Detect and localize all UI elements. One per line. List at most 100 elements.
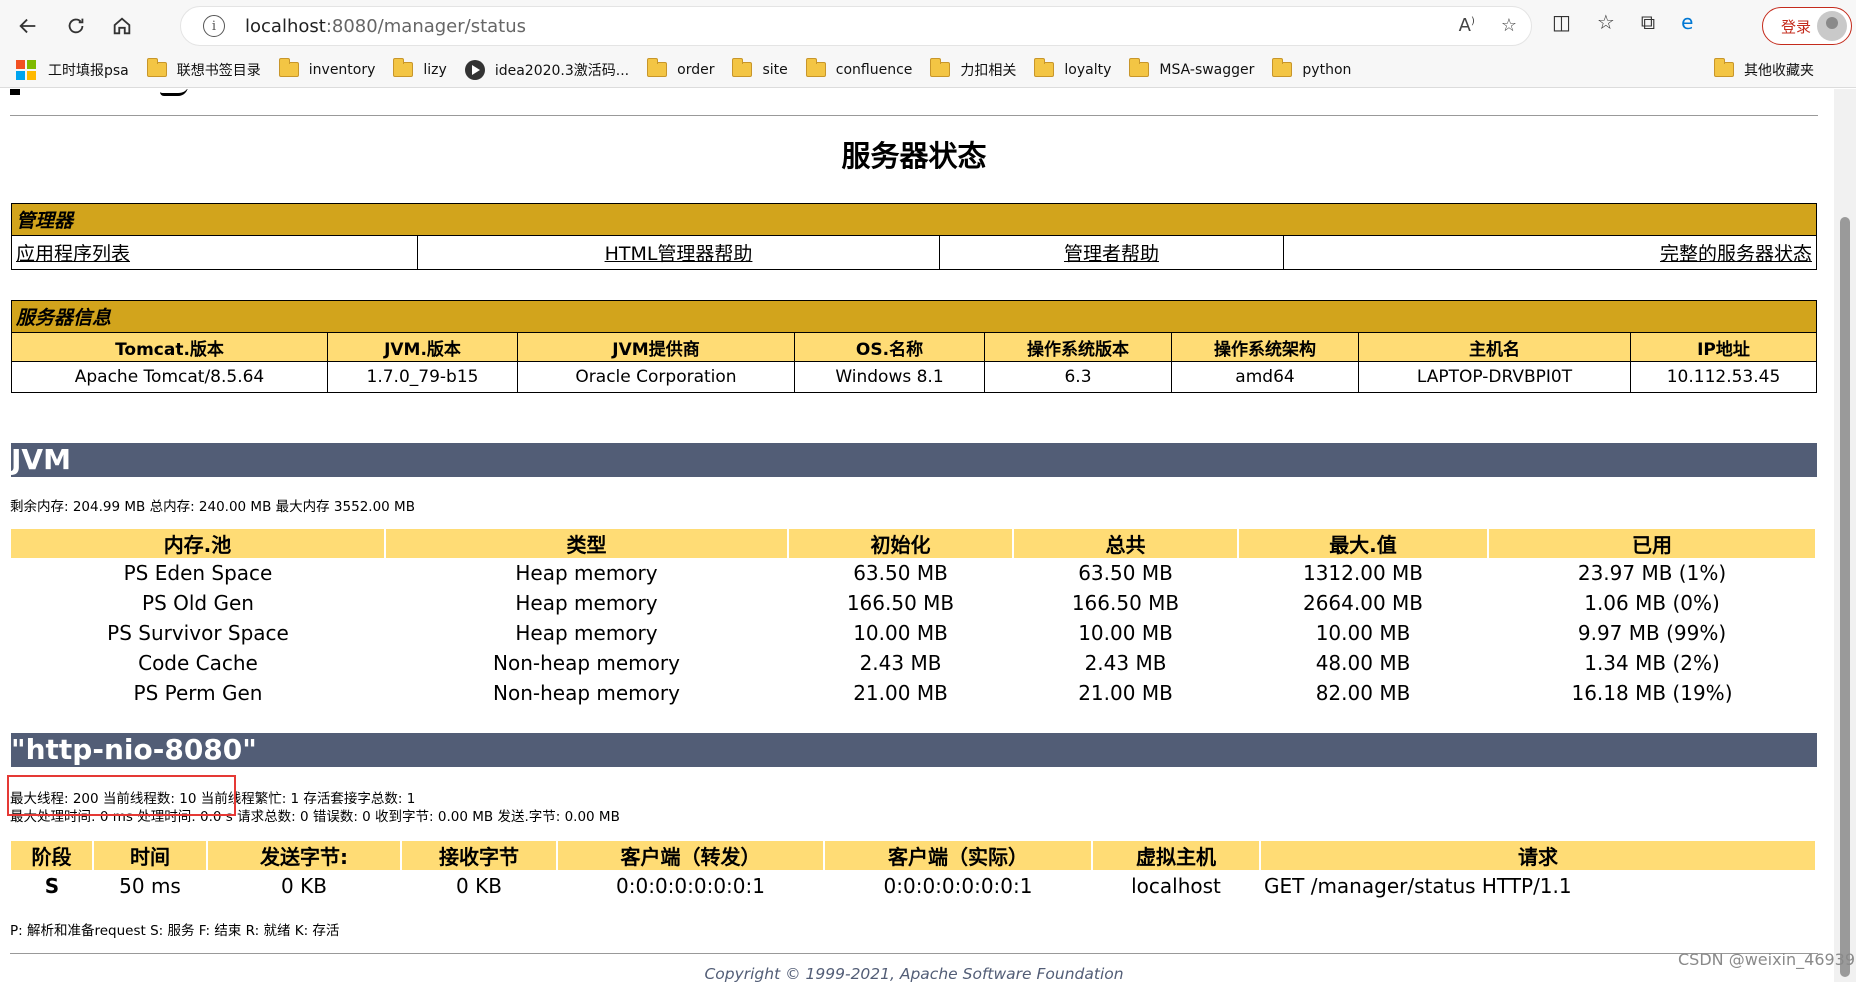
jvm-version: 1.7.0_79-b15 — [327, 361, 518, 393]
virtual-host: localhost — [1131, 874, 1221, 898]
pool-used: 1.34 MB (2%) — [1584, 651, 1720, 675]
pool-total: 166.50 MB — [1071, 591, 1180, 615]
bookmark-lizy[interactable]: lizy — [393, 58, 447, 78]
url-text[interactable]: localhost:8080/manager/status — [245, 16, 526, 37]
copyright-footer: Copyright © 1999-2021, Apache Software F… — [704, 965, 1124, 982]
pool-name: PS Eden Space — [123, 561, 273, 585]
link-html-help[interactable]: HTML管理器帮助 — [417, 235, 940, 270]
bookmark-msa-swagger[interactable]: MSA-swagger — [1129, 58, 1254, 78]
pool-name: PS Old Gen — [142, 591, 254, 615]
col-tomcat-version: Tomcat.版本 — [11, 332, 328, 362]
pool-total: 2.43 MB — [1084, 651, 1167, 675]
bookmark-python[interactable]: python — [1272, 58, 1351, 78]
jvm-header: JVM — [11, 443, 1817, 477]
folder-icon — [647, 58, 668, 77]
os-name: Windows 8.1 — [794, 361, 985, 393]
login-button[interactable]: 登录 — [1762, 7, 1852, 45]
col-os-name: OS.名称 — [794, 332, 985, 362]
table-row: PS Perm Gen Non-heap memory 21.00 MB 21.… — [11, 678, 1816, 708]
manager-table: 管理器 应用程序列表 HTML管理器帮助 管理者帮助 完整的服务器状态 — [11, 203, 1817, 270]
request: GET /manager/status HTTP/1.1 — [1264, 874, 1572, 898]
bookmarks-bar: 工时填报psa 联想书签目录 inventory lizy idea2020.3… — [0, 52, 1856, 88]
collections-icon[interactable]: ⧉ — [1641, 10, 1655, 34]
os-version: 6.3 — [984, 361, 1172, 393]
read-aloud-icon[interactable]: A) — [1459, 15, 1475, 36]
pool-type: Heap memory — [515, 621, 658, 645]
col-request: 请求 — [1260, 841, 1817, 870]
split-screen-icon[interactable]: ◫ — [1552, 10, 1571, 34]
pool-type: Non-heap memory — [493, 651, 680, 675]
pool-max: 10.00 MB — [1315, 621, 1411, 645]
manager-header: 管理器 — [11, 203, 1817, 236]
bookmark-inventory[interactable]: inventory — [278, 58, 375, 78]
pool-used: 16.18 MB (19%) — [1571, 681, 1733, 705]
bookmark-leetcode[interactable]: 力扣相关 — [930, 58, 1016, 80]
pool-initial: 10.00 MB — [853, 621, 948, 645]
col-bytes-received: 接收字节 — [401, 841, 558, 870]
table-row: PS Survivor Space Heap memory 10.00 MB 1… — [11, 618, 1816, 648]
folder-icon — [1272, 58, 1293, 77]
pool-type: Non-heap memory — [493, 681, 680, 705]
col-os-arch: 操作系统架构 — [1171, 332, 1359, 362]
pool-name: PS Survivor Space — [107, 621, 289, 645]
bookmark-other[interactable]: 其他收藏夹 — [1714, 58, 1814, 80]
col-initial: 初始化 — [788, 529, 1014, 558]
csdn-watermark: CSDN @weixin_46939278 — [1678, 950, 1856, 969]
link-manager-help[interactable]: 管理者帮助 — [939, 235, 1284, 270]
table-row: S 50 ms 0 KB 0 KB 0:0:0:0:0:0:0:1 0:0:0:… — [11, 870, 1816, 902]
bookmark-confluence[interactable]: confluence — [805, 58, 912, 78]
pool-total: 63.50 MB — [1078, 561, 1173, 585]
stage-legend: P: 解析和准备request S: 服务 F: 结束 R: 就绪 K: 存活 — [10, 923, 340, 939]
pool-max: 48.00 MB — [1315, 651, 1411, 675]
col-virtual-host: 虚拟主机 — [1092, 841, 1261, 870]
folder-icon — [393, 58, 414, 77]
page-content: 服务器状态 管理器 应用程序列表 HTML管理器帮助 管理者帮助 完整的服务器状… — [0, 89, 1834, 982]
favorites-icon[interactable]: ☆ — [1597, 10, 1615, 34]
col-client-actual: 客户端（实际） — [824, 841, 1093, 870]
bookmark-order[interactable]: order — [647, 58, 714, 78]
bookmark-lenovo[interactable]: 联想书签目录 — [146, 58, 261, 80]
bookmark-psa[interactable]: 工时填报psa — [16, 59, 129, 80]
windows-logo-icon — [16, 59, 36, 80]
folder-icon — [1714, 58, 1734, 77]
site-info-icon[interactable]: i — [203, 15, 225, 37]
pool-max: 2664.00 MB — [1302, 591, 1424, 615]
folder-icon — [930, 58, 951, 77]
address-bar[interactable]: i localhost:8080/manager/status A) ☆ — [180, 6, 1532, 46]
col-hostname: 主机名 — [1358, 332, 1631, 362]
folder-icon — [1129, 58, 1150, 77]
jvm-vendor: Oracle Corporation — [517, 361, 795, 393]
scrollbar-thumb[interactable] — [1840, 217, 1850, 977]
refresh-icon[interactable] — [56, 6, 96, 46]
table-row: PS Old Gen Heap memory 166.50 MB 166.50 … — [11, 588, 1816, 618]
ip-address: 10.112.53.45 — [1630, 361, 1817, 393]
col-total: 总共 — [1013, 529, 1239, 558]
back-icon[interactable] — [8, 6, 48, 46]
request-table: 阶段 时间 发送字节: 接收字节 客户端（转发） 客户端（实际） 虚拟主机 请求… — [11, 841, 1817, 902]
bookmark-idea[interactable]: idea2020.3激活码... — [464, 59, 629, 80]
col-stage: 阶段 — [11, 841, 94, 870]
connector-header: "http-nio-8080" — [11, 733, 1817, 767]
avatar — [1817, 11, 1847, 41]
edge-icon[interactable]: e — [1681, 10, 1693, 34]
server-info-table: 服务器信息 Tomcat.版本 JVM.版本 JVM提供商 OS.名称 操作系统… — [11, 300, 1817, 393]
vertical-scrollbar[interactable] — [1834, 89, 1856, 982]
col-jvm-vendor: JVM提供商 — [517, 332, 795, 362]
col-client-forwarded: 客户端（转发） — [557, 841, 825, 870]
col-ip: IP地址 — [1630, 332, 1817, 362]
add-favorite-icon[interactable]: ☆ — [1501, 15, 1517, 36]
home-icon[interactable] — [102, 6, 142, 46]
link-full-status[interactable]: 完整的服务器状态 — [1283, 235, 1817, 270]
col-type: 类型 — [385, 529, 789, 558]
link-app-list[interactable]: 应用程序列表 — [11, 235, 418, 270]
pool-name: Code Cache — [138, 651, 258, 675]
bookmark-site[interactable]: site — [732, 58, 788, 78]
stage: S — [44, 874, 60, 898]
folder-icon — [146, 58, 167, 77]
bookmark-loyalty[interactable]: loyalty — [1034, 58, 1111, 78]
tomcat-logo — [10, 89, 188, 97]
bytes-received: 0 KB — [456, 874, 502, 898]
client-actual: 0:0:0:0:0:0:0:1 — [883, 874, 1033, 898]
folder-icon — [732, 58, 753, 77]
folder-icon — [805, 58, 826, 77]
